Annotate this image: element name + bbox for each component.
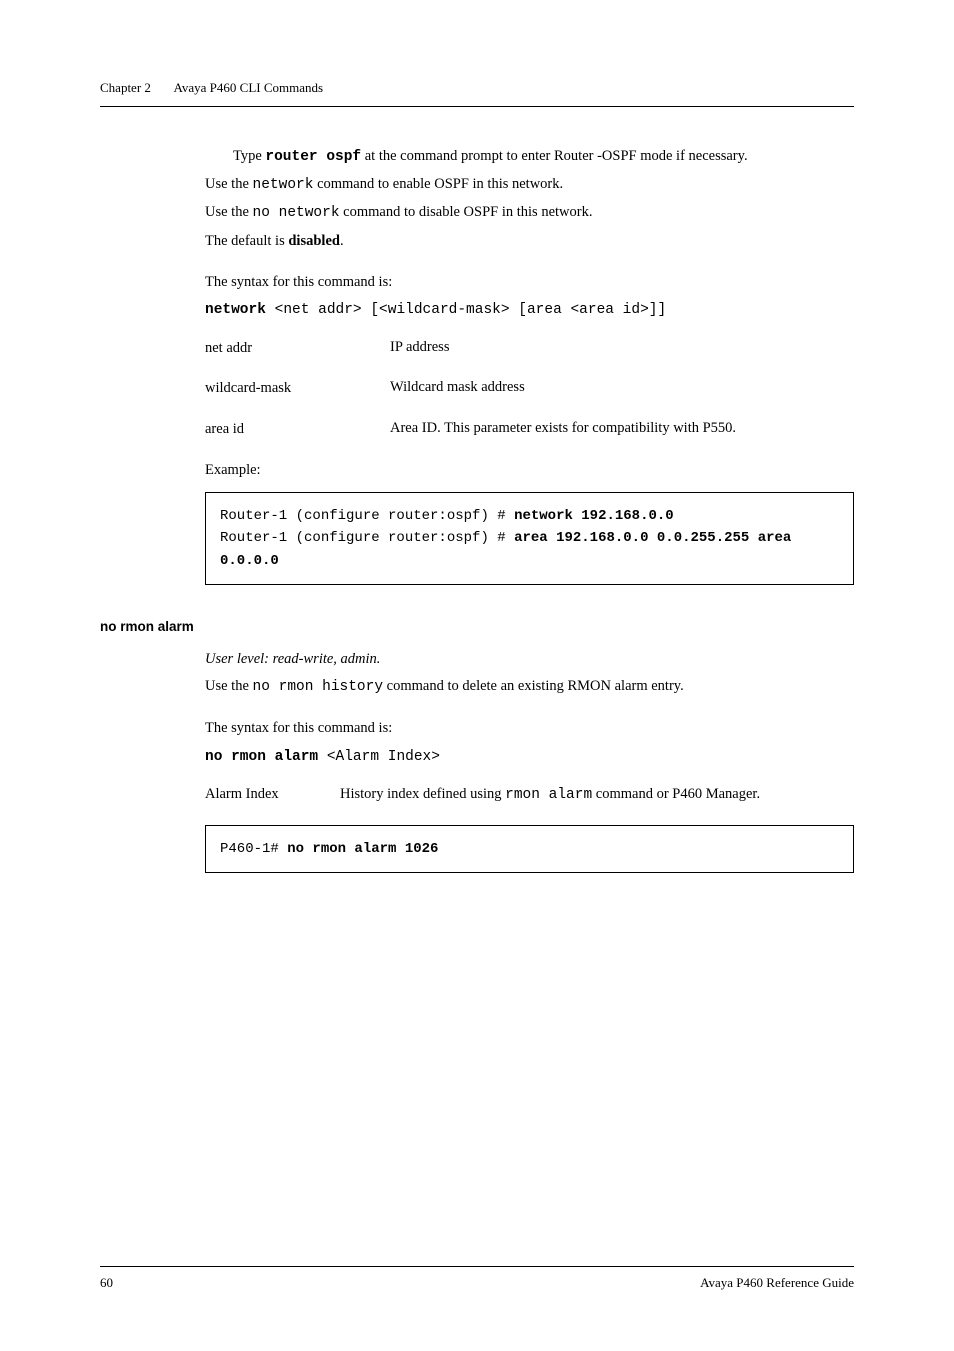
code-line: P460-1# no rmon alarm 1026	[220, 838, 839, 860]
type-instruction: Type router ospf at the command prompt t…	[233, 145, 854, 169]
use-no-network-pre: Use the	[205, 204, 253, 220]
code-prompt: Router-1 (configure router:ospf) #	[220, 508, 514, 524]
syntax-intro-2: The syntax for this command is:	[205, 717, 854, 740]
syntax-intro: The syntax for this command is:	[205, 271, 854, 294]
param-name-alarm-index: Alarm Index	[205, 783, 340, 807]
page-header: Chapter 2 Avaya P460 CLI Commands	[100, 80, 854, 107]
code-prompt: P460-1#	[220, 841, 287, 857]
code-prompt: Router-1 (configure router:ospf) #	[220, 530, 514, 546]
default-pre: The default is	[205, 233, 288, 249]
use-no-network-post: command to disable OSPF in this network.	[340, 204, 593, 220]
param-row: area id Area ID. This parameter exists f…	[205, 417, 854, 441]
section-no-rmon-alarm: User level: read-write, admin. Use the n…	[205, 648, 854, 873]
network-code: network	[253, 177, 314, 193]
code-line: Router-1 (configure router:ospf) # netwo…	[220, 505, 839, 527]
use-cmd-para: Use the no rmon history command to delet…	[205, 675, 854, 699]
param-row: wildcard-mask Wildcard mask address	[205, 376, 854, 400]
code-bold: network 192.168.0.0	[514, 508, 674, 524]
param-desc-wildcard: Wildcard mask address	[390, 376, 854, 400]
param-table: net addr IP address wildcard-mask Wildca…	[205, 336, 854, 441]
page-number: 60	[100, 1275, 113, 1291]
param-row: net addr IP address	[205, 336, 854, 360]
section-heading-no-rmon-alarm: no rmon alarm	[100, 619, 854, 634]
syntax-line-2: no rmon alarm <Alarm Index>	[205, 745, 854, 769]
chapter-number: Chapter 2	[100, 80, 151, 96]
doc-title: Avaya P460 Reference Guide	[700, 1275, 854, 1291]
type-prefix: Type	[233, 148, 265, 164]
page-footer: 60 Avaya P460 Reference Guide	[100, 1266, 854, 1291]
param-name-areaid: area id	[205, 417, 390, 441]
param-desc-pre: History index defined using	[340, 786, 505, 802]
chapter-title: Avaya P460 CLI Commands	[173, 80, 323, 95]
default-post: .	[340, 233, 344, 249]
code-example-rmon: P460-1# no rmon alarm 1026	[205, 825, 854, 873]
section-network-command: Type router ospf at the command prompt t…	[205, 145, 854, 585]
no-network-code: no network	[253, 205, 340, 221]
syntax-cmd-rest: <net addr> [<wildcard-mask> [area <area …	[266, 302, 666, 318]
default-para: The default is disabled.	[205, 230, 854, 253]
use-cmd-post: command to delete an existing RMON alarm…	[383, 678, 684, 694]
use-network-pre: Use the	[205, 176, 253, 192]
syntax-line: network <net addr> [<wildcard-mask> [are…	[205, 298, 854, 322]
example-label: Example:	[205, 459, 854, 482]
rmon-alarm-code: rmon alarm	[505, 787, 592, 803]
syntax-cmd-bold-2: no rmon alarm	[205, 749, 318, 765]
no-rmon-history-code: no rmon history	[253, 679, 384, 695]
use-no-network-para: Use the no network command to disable OS…	[205, 201, 854, 225]
param-name-netaddr: net addr	[205, 336, 390, 360]
param-desc-alarm-index: History index defined using rmon alarm c…	[340, 783, 854, 807]
param-row: Alarm Index History index defined using …	[205, 783, 854, 807]
code-line: Router-1 (configure router:ospf) # area …	[220, 527, 839, 572]
use-cmd-pre: Use the	[205, 678, 253, 694]
default-bold: disabled	[288, 233, 340, 249]
router-ospf-code: router ospf	[265, 149, 361, 165]
syntax-cmd-bold: network	[205, 302, 266, 318]
code-bold: no rmon alarm 1026	[287, 841, 438, 857]
use-network-post: command to enable OSPF in this network.	[313, 176, 563, 192]
param-desc-netaddr: IP address	[390, 336, 854, 360]
param-desc-areaid: Area ID. This parameter exists for compa…	[390, 417, 854, 441]
syntax-cmd-rest-2: <Alarm Index>	[318, 749, 440, 765]
param-desc-post: command or P460 Manager.	[592, 786, 760, 802]
param-name-wildcard: wildcard-mask	[205, 376, 390, 400]
user-level: User level: read-write, admin.	[205, 648, 854, 671]
code-example-network: Router-1 (configure router:ospf) # netwo…	[205, 492, 854, 585]
type-suffix: at the command prompt to enter Router -O…	[361, 148, 747, 164]
use-network-para: Use the network command to enable OSPF i…	[205, 173, 854, 197]
